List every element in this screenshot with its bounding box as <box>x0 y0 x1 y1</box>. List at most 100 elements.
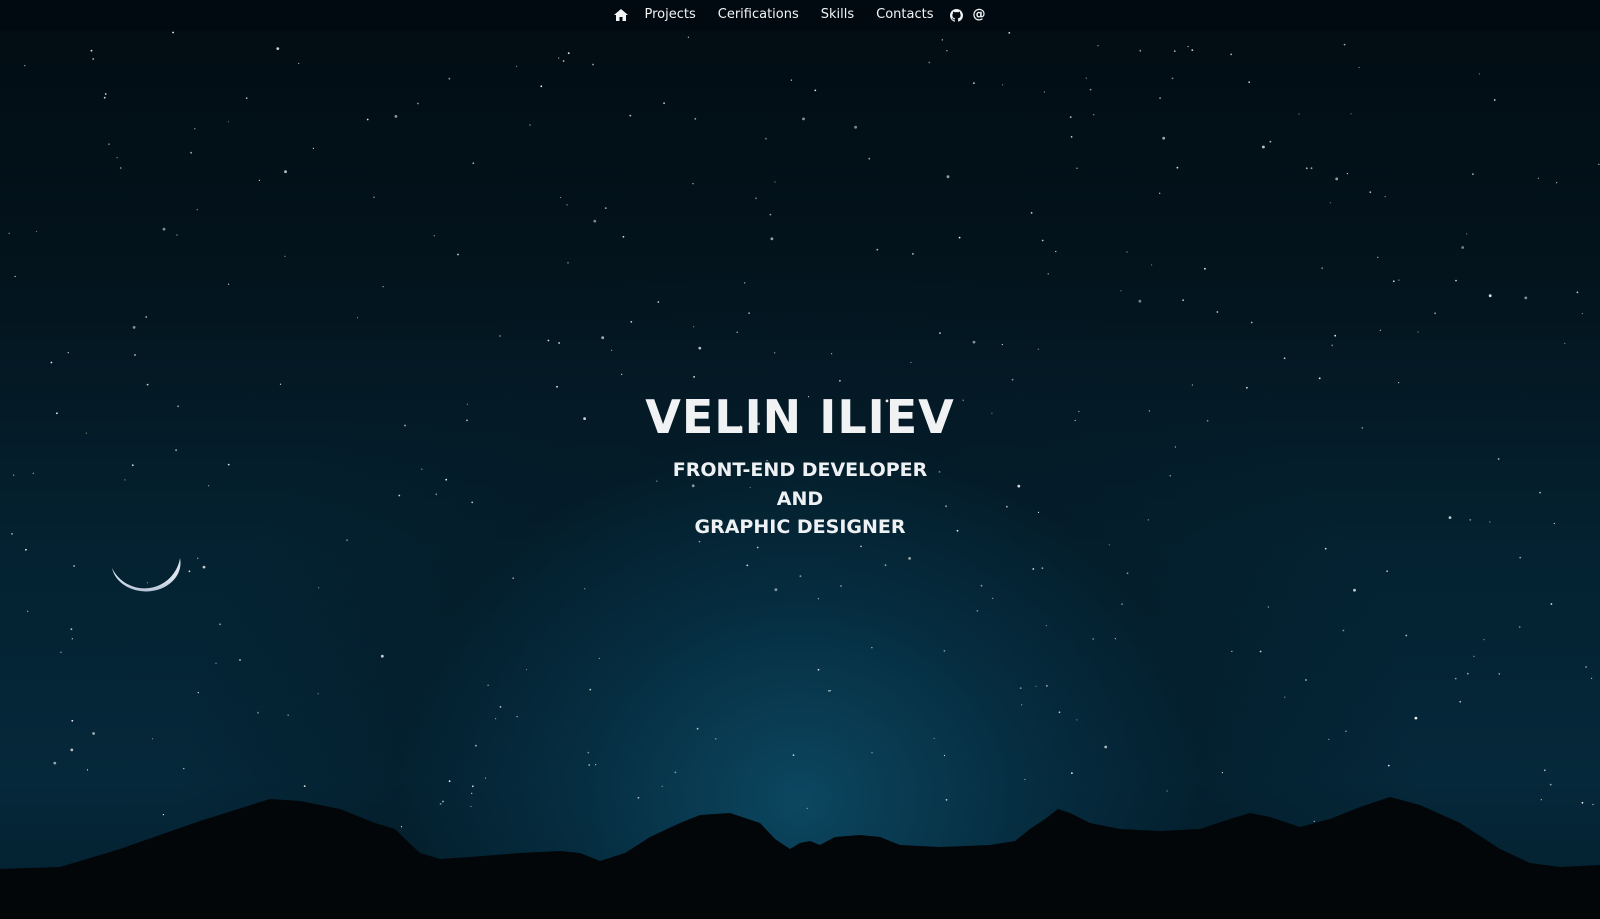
star <box>188 570 191 573</box>
star <box>1591 677 1593 680</box>
star <box>693 326 695 328</box>
star <box>417 102 419 105</box>
star <box>1085 77 1087 79</box>
star <box>495 718 497 720</box>
star <box>1519 556 1522 559</box>
star <box>1162 136 1166 140</box>
star <box>817 668 820 671</box>
nav-link-contacts[interactable]: Contacts <box>865 0 944 30</box>
star <box>1379 329 1381 331</box>
hero-subtitle-line: AND <box>776 487 824 510</box>
top-navbar: Projects Cerifications Skills Contacts @ <box>0 0 1600 30</box>
star <box>696 727 699 730</box>
star <box>183 768 185 770</box>
star <box>1478 73 1480 75</box>
star <box>194 128 196 130</box>
star <box>14 275 16 278</box>
star <box>92 732 95 735</box>
nav-link-projects[interactable]: Projects <box>633 0 706 30</box>
star <box>1159 97 1161 99</box>
star <box>472 162 475 165</box>
star <box>1556 182 1558 184</box>
star <box>674 771 677 774</box>
nav-link-skills[interactable]: Skills <box>810 0 865 30</box>
star <box>356 317 359 319</box>
star <box>1002 84 1004 86</box>
star <box>1543 769 1546 772</box>
star <box>257 711 259 714</box>
star <box>1104 745 1108 749</box>
star <box>621 373 623 375</box>
star <box>1472 173 1474 176</box>
star <box>694 118 697 120</box>
star <box>1173 50 1176 52</box>
star <box>196 209 198 211</box>
star <box>1454 677 1457 680</box>
star <box>176 234 178 236</box>
star <box>298 62 300 65</box>
star <box>90 49 93 52</box>
star <box>1108 544 1110 546</box>
star <box>588 764 591 766</box>
star <box>1414 716 1418 720</box>
star <box>540 85 543 88</box>
star <box>928 61 931 64</box>
star <box>1310 167 1313 170</box>
star <box>1369 191 1372 194</box>
star <box>92 58 95 60</box>
star <box>756 546 759 549</box>
star <box>380 654 384 658</box>
star <box>1187 45 1189 48</box>
star <box>1466 233 1468 235</box>
star <box>814 89 817 92</box>
star <box>366 118 369 121</box>
star <box>802 117 805 121</box>
github-icon[interactable] <box>945 8 968 22</box>
star <box>1473 655 1475 658</box>
star <box>71 638 73 640</box>
star <box>202 565 206 569</box>
star <box>908 557 911 560</box>
star <box>698 346 702 350</box>
star <box>567 52 570 55</box>
star <box>219 623 222 626</box>
star <box>475 744 477 747</box>
star <box>831 353 833 355</box>
star <box>871 647 873 649</box>
star <box>1342 629 1345 632</box>
star <box>1518 626 1521 628</box>
star <box>973 82 975 84</box>
star <box>868 157 871 160</box>
at-sign-icon[interactable]: @ <box>968 0 991 30</box>
star <box>744 282 746 284</box>
star <box>1032 568 1035 570</box>
star <box>562 60 565 62</box>
star <box>1377 256 1379 258</box>
star <box>736 331 738 333</box>
star <box>1384 196 1386 198</box>
home-icon[interactable] <box>609 9 633 21</box>
star <box>774 181 776 183</box>
star <box>860 545 862 548</box>
star <box>239 659 241 661</box>
star <box>70 628 73 631</box>
star <box>1076 167 1078 169</box>
star <box>1191 49 1194 51</box>
star <box>1346 173 1348 175</box>
star <box>1248 81 1251 84</box>
star <box>1216 311 1219 313</box>
star <box>312 147 314 149</box>
star <box>939 332 941 334</box>
star <box>558 57 560 59</box>
star <box>1461 246 1465 249</box>
star <box>1483 639 1485 641</box>
star <box>162 227 166 231</box>
star <box>1417 331 1419 333</box>
star <box>774 352 776 354</box>
star <box>792 754 795 756</box>
star <box>1328 738 1330 740</box>
nav-link-cerifications[interactable]: Cerifications <box>707 0 810 30</box>
star <box>1455 279 1457 282</box>
star <box>566 204 568 206</box>
star <box>976 610 979 612</box>
